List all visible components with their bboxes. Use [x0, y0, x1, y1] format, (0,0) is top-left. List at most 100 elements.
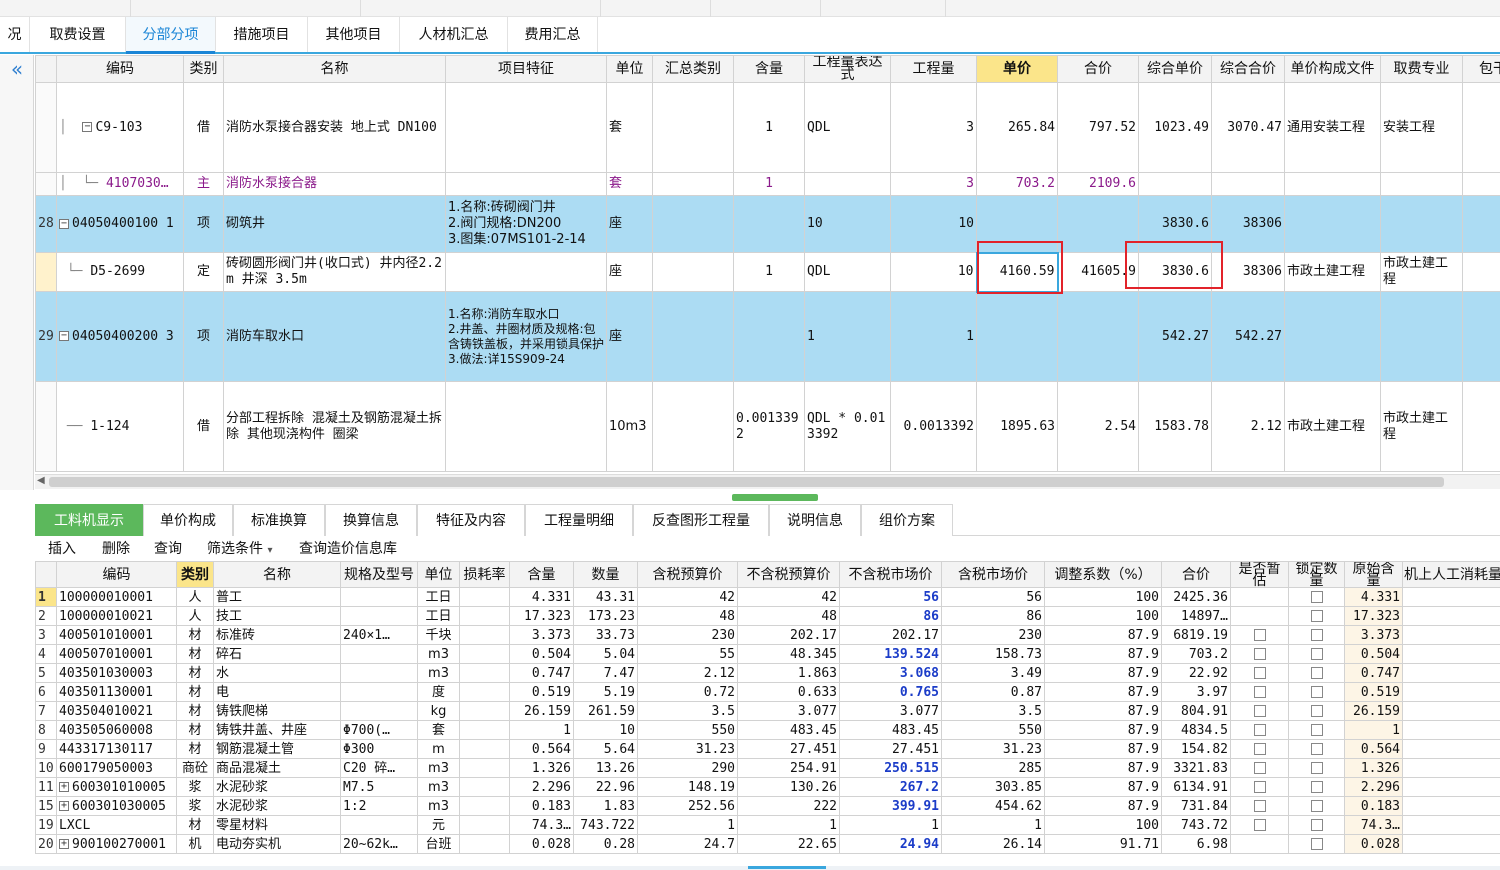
notax-budget-price-cell[interactable]: 1 — [737, 815, 840, 835]
total-cell[interactable]: 6134.91 — [1161, 777, 1231, 797]
code-cell[interactable]: 400507010001 — [56, 644, 177, 664]
tab-sub-items[interactable]: 分部分项 — [126, 17, 216, 54]
estimate-checkbox-cell[interactable] — [1230, 758, 1289, 778]
tax-budget-price-cell[interactable]: 230 — [637, 625, 738, 645]
machine-labor-cell[interactable] — [1402, 758, 1500, 778]
composite-price-cell[interactable] — [1138, 172, 1212, 196]
spec-cell[interactable]: C20 碎… — [340, 758, 418, 778]
tax-market-price-cell[interactable]: 86 — [941, 606, 1045, 626]
loss-rate-cell[interactable] — [459, 625, 510, 645]
count-cell[interactable]: 43.31 — [573, 587, 638, 607]
expand-toggle-icon[interactable]: + — [59, 782, 69, 792]
lump-sum-cell[interactable] — [1462, 82, 1500, 173]
header-tax-market-price[interactable]: 含税市场价 — [941, 561, 1045, 588]
lock-quantity-checkbox[interactable] — [1310, 610, 1323, 622]
lock-checkbox-cell[interactable] — [1288, 644, 1345, 664]
estimate-checkbox[interactable] — [1253, 629, 1266, 641]
summary-category-cell[interactable] — [652, 252, 734, 292]
original-content-cell[interactable]: 0.564 — [1344, 739, 1403, 759]
type-cell[interactable]: 借 — [183, 381, 224, 472]
type-cell[interactable]: 借 — [183, 82, 224, 173]
adjust-coef-cell[interactable]: 91.71 — [1044, 834, 1162, 854]
estimate-checkbox[interactable] — [1253, 686, 1266, 698]
price-file-cell[interactable] — [1284, 172, 1381, 196]
quantity-cell[interactable]: 10 — [890, 252, 977, 292]
notax-budget-price-cell[interactable]: 0.633 — [737, 682, 840, 702]
estimate-checkbox[interactable] — [1253, 762, 1266, 774]
type-cell[interactable]: 人 — [176, 587, 214, 607]
tax-market-price-cell[interactable]: 303.85 — [941, 777, 1045, 797]
unit-cell[interactable]: 座 — [606, 252, 653, 292]
machine-labor-cell[interactable] — [1402, 587, 1500, 607]
tax-market-price-cell[interactable]: 26.14 — [941, 834, 1045, 854]
fee-specialty-cell[interactable]: 安装工程 — [1380, 82, 1463, 173]
code-cell[interactable]: 403504010021 — [56, 701, 177, 721]
content-cell[interactable]: 3.373 — [509, 625, 574, 645]
tax-budget-price-cell[interactable]: 55 — [637, 644, 738, 664]
tab-features-content[interactable]: 特征及内容 — [417, 504, 525, 536]
unit-cell[interactable]: 千块 — [417, 625, 460, 645]
tax-market-price-cell[interactable]: 230 — [941, 625, 1045, 645]
table-row[interactable]: 1 100000010001 人 普工 工日 4.331 43.31 42 42… — [35, 587, 1500, 607]
loss-rate-cell[interactable] — [459, 701, 510, 721]
total-cell[interactable]: 6.98 — [1161, 834, 1231, 854]
name-cell[interactable]: 砖砌圆形阀门井(收口式) 井内径2.2m 井深 3.5m — [223, 252, 446, 292]
code-cell[interactable]: −04050400100 1 — [56, 195, 184, 253]
spec-cell[interactable] — [340, 587, 418, 607]
count-cell[interactable]: 13.26 — [573, 758, 638, 778]
query-button[interactable]: 查询 — [154, 537, 182, 561]
unit-cell[interactable]: 座 — [606, 291, 653, 382]
unit-cell[interactable]: kg — [417, 701, 460, 721]
name-cell[interactable]: 标准砖 — [213, 625, 341, 645]
estimate-checkbox[interactable] — [1253, 819, 1266, 831]
fee-specialty-cell[interactable]: 市政土建工程 — [1380, 252, 1463, 292]
header-original-content[interactable]: 原始含量 — [1344, 561, 1403, 588]
original-content-cell[interactable]: 74.3… — [1344, 815, 1403, 835]
type-cell[interactable]: 材 — [176, 663, 214, 683]
type-cell[interactable]: 人 — [176, 606, 214, 626]
header-name[interactable]: 名称 — [213, 561, 341, 588]
type-cell[interactable]: 定 — [183, 252, 224, 292]
code-cell[interactable]: 403501030003 — [56, 663, 177, 683]
notax-market-price-cell[interactable]: 483.45 — [839, 720, 942, 740]
insert-button[interactable]: 插入 — [48, 537, 76, 561]
composite-total-cell[interactable] — [1211, 172, 1285, 196]
code-cell[interactable]: 403501130001 — [56, 682, 177, 702]
collapse-toggle-icon[interactable]: − — [59, 331, 69, 341]
name-cell[interactable]: 砌筑井 — [223, 195, 446, 253]
lump-sum-cell[interactable] — [1462, 291, 1500, 382]
table-row[interactable]: 4 400507010001 材 碎石 m3 0.504 5.04 55 48.… — [35, 644, 1500, 664]
estimate-checkbox-cell[interactable] — [1230, 682, 1289, 702]
table-row[interactable]: 5 403501030003 材 水 m3 0.747 7.47 2.12 1.… — [35, 663, 1500, 683]
notax-budget-price-cell[interactable]: 222 — [737, 796, 840, 816]
loss-rate-cell[interactable] — [459, 815, 510, 835]
tab-graphic-quantity[interactable]: 反查图形工程量 — [633, 504, 769, 536]
original-content-cell[interactable]: 0.519 — [1344, 682, 1403, 702]
table-row[interactable]: ── 1-124 借 分部工程拆除 混凝土及钢筋混凝土拆除 其他现浇构件 圈梁 … — [35, 381, 1500, 472]
table-row-selected[interactable]: └─ D5-2699 定 砖砌圆形阀门井(收口式) 井内径2.2m 井深 3.5… — [35, 251, 1500, 293]
quantity-cell[interactable]: 3 — [890, 82, 977, 173]
unit-price-cell[interactable]: 1895.63 — [976, 381, 1058, 472]
feature-cell[interactable] — [445, 252, 607, 292]
feature-cell[interactable]: 1.名称:消防车取水口 2.井盖、井圈材质及规格:包含铸铁盖板，并采用锁具保护 … — [445, 291, 607, 382]
adjust-coef-cell[interactable]: 87.9 — [1044, 625, 1162, 645]
summary-category-cell[interactable] — [652, 82, 734, 173]
table-row[interactable]: 2 100000010021 人 技工 工日 17.323 173.23 48 … — [35, 606, 1500, 626]
estimate-checkbox[interactable] — [1253, 781, 1266, 793]
type-cell[interactable]: 机 — [176, 834, 214, 854]
type-cell[interactable]: 浆 — [176, 777, 214, 797]
total-cell[interactable]: 703.2 — [1161, 644, 1231, 664]
tax-budget-price-cell[interactable]: 42 — [637, 587, 738, 607]
tab-conversion-info[interactable]: 换算信息 — [325, 504, 417, 536]
total-cell[interactable]: 6819.19 — [1161, 625, 1231, 645]
header-price-file[interactable]: 单价构成文件 — [1284, 55, 1381, 83]
content-cell[interactable]: 1 — [509, 720, 574, 740]
content-cell[interactable]: 1.326 — [509, 758, 574, 778]
original-content-cell[interactable]: 3.373 — [1344, 625, 1403, 645]
tab-price-composition[interactable]: 单价构成 — [143, 504, 233, 536]
price-file-cell[interactable]: 通用安装工程 — [1284, 82, 1381, 173]
content-cell[interactable]: 0.564 — [509, 739, 574, 759]
estimate-checkbox[interactable] — [1253, 705, 1266, 717]
tax-market-price-cell[interactable]: 1 — [941, 815, 1045, 835]
total-cell[interactable]: 2.54 — [1057, 381, 1139, 472]
